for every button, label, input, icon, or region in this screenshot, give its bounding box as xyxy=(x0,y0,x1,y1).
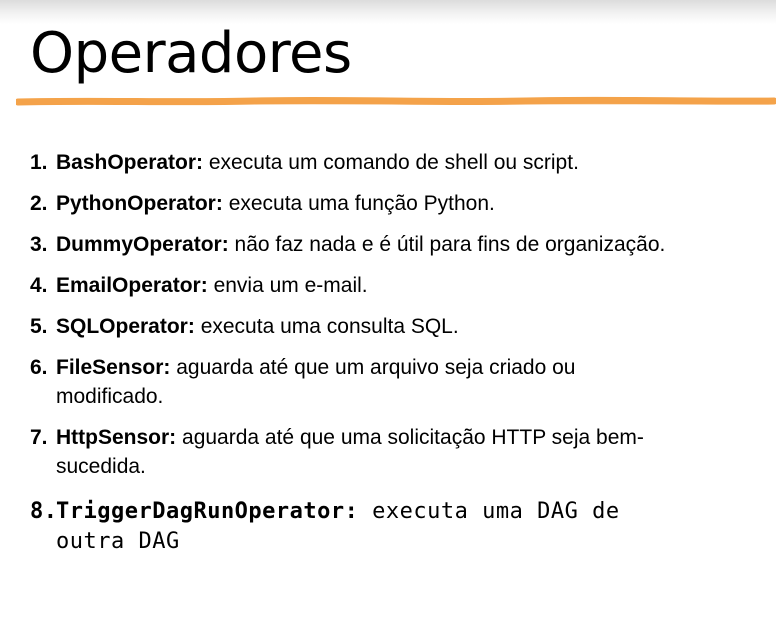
operator-name: BashOperator: xyxy=(56,151,204,174)
item-number: 8. xyxy=(30,499,58,524)
item-body: EmailOperator: envia um e-mail. xyxy=(56,271,770,300)
item-body: DummyOperator: não faz nada e é útil par… xyxy=(56,230,770,259)
item-number: 4. xyxy=(30,274,48,297)
operator-item-2: 2. PythonOperator: executa uma função Py… xyxy=(30,189,770,218)
description-line: sucedida. xyxy=(56,455,146,478)
operator-item-4: 4. EmailOperator: envia um e-mail. xyxy=(30,271,770,300)
title-underline-stroke xyxy=(16,96,776,106)
operator-item-6: 6. FileSensor: aguarda até que um arquiv… xyxy=(30,353,770,411)
description-line: modificado. xyxy=(56,385,164,408)
item-body: PythonOperator: executa uma função Pytho… xyxy=(56,189,770,218)
description-line: executa uma função Python. xyxy=(228,192,495,215)
description-line: outra DAG xyxy=(56,529,180,554)
operator-name: PythonOperator: xyxy=(56,192,223,215)
description-line: aguarda até que uma solicitação HTTP sej… xyxy=(182,426,644,449)
description-line: executa um comando de shell ou script. xyxy=(208,151,579,174)
operator-name: TriggerDagRunOperator: xyxy=(56,499,359,524)
item-body: BashOperator: executa um comando de shel… xyxy=(56,148,770,177)
operator-item-8: 8. TriggerDagRunOperator: executa uma DA… xyxy=(30,497,770,557)
operator-name: SQLOperator: xyxy=(56,315,195,338)
item-number: 2. xyxy=(30,192,48,215)
item-number: 5. xyxy=(30,315,48,338)
item-number: 7. xyxy=(30,426,48,449)
description-line: não faz nada e é útil para fins de organ… xyxy=(234,233,666,256)
operator-item-3: 3. DummyOperator: não faz nada e é útil … xyxy=(30,230,770,259)
item-body: HttpSensor: aguarda até que uma solicita… xyxy=(56,423,770,481)
item-number: 1. xyxy=(30,151,48,174)
item-body: SQLOperator: executa uma consulta SQL. xyxy=(56,312,770,341)
description-line: executa uma DAG de xyxy=(372,499,620,524)
operator-name: HttpSensor: xyxy=(56,426,177,449)
slide-title: Operadores xyxy=(30,21,352,86)
operator-name: FileSensor: xyxy=(56,356,171,379)
operator-list: 1. BashOperator: executa um comando de s… xyxy=(30,148,770,569)
operator-description: executa uma função Python. xyxy=(229,192,495,215)
description-line: envia um e-mail. xyxy=(213,274,368,297)
item-body: FileSensor: aguarda até que um arquivo s… xyxy=(56,353,770,411)
operator-item-7: 7. HttpSensor: aguarda até que uma solic… xyxy=(30,423,770,481)
operator-item-5: 5. SQLOperator: executa uma consulta SQL… xyxy=(30,312,770,341)
item-number: 3. xyxy=(30,233,48,256)
operator-description: executa um comando de shell ou script. xyxy=(209,151,579,174)
operator-description: envia um e-mail. xyxy=(214,274,368,297)
item-body: TriggerDagRunOperator: executa uma DAG d… xyxy=(56,497,770,557)
operator-item-1: 1. BashOperator: executa um comando de s… xyxy=(30,148,770,177)
description-line: executa uma consulta SQL. xyxy=(200,315,459,338)
item-number: 6. xyxy=(30,356,48,379)
operator-description: executa uma consulta SQL. xyxy=(201,315,459,338)
description-line: aguarda até que um arquivo seja criado o… xyxy=(176,356,576,379)
operator-description: não faz nada e é útil para fins de organ… xyxy=(235,233,666,256)
operator-name: DummyOperator: xyxy=(56,233,229,256)
operator-name: EmailOperator: xyxy=(56,274,208,297)
